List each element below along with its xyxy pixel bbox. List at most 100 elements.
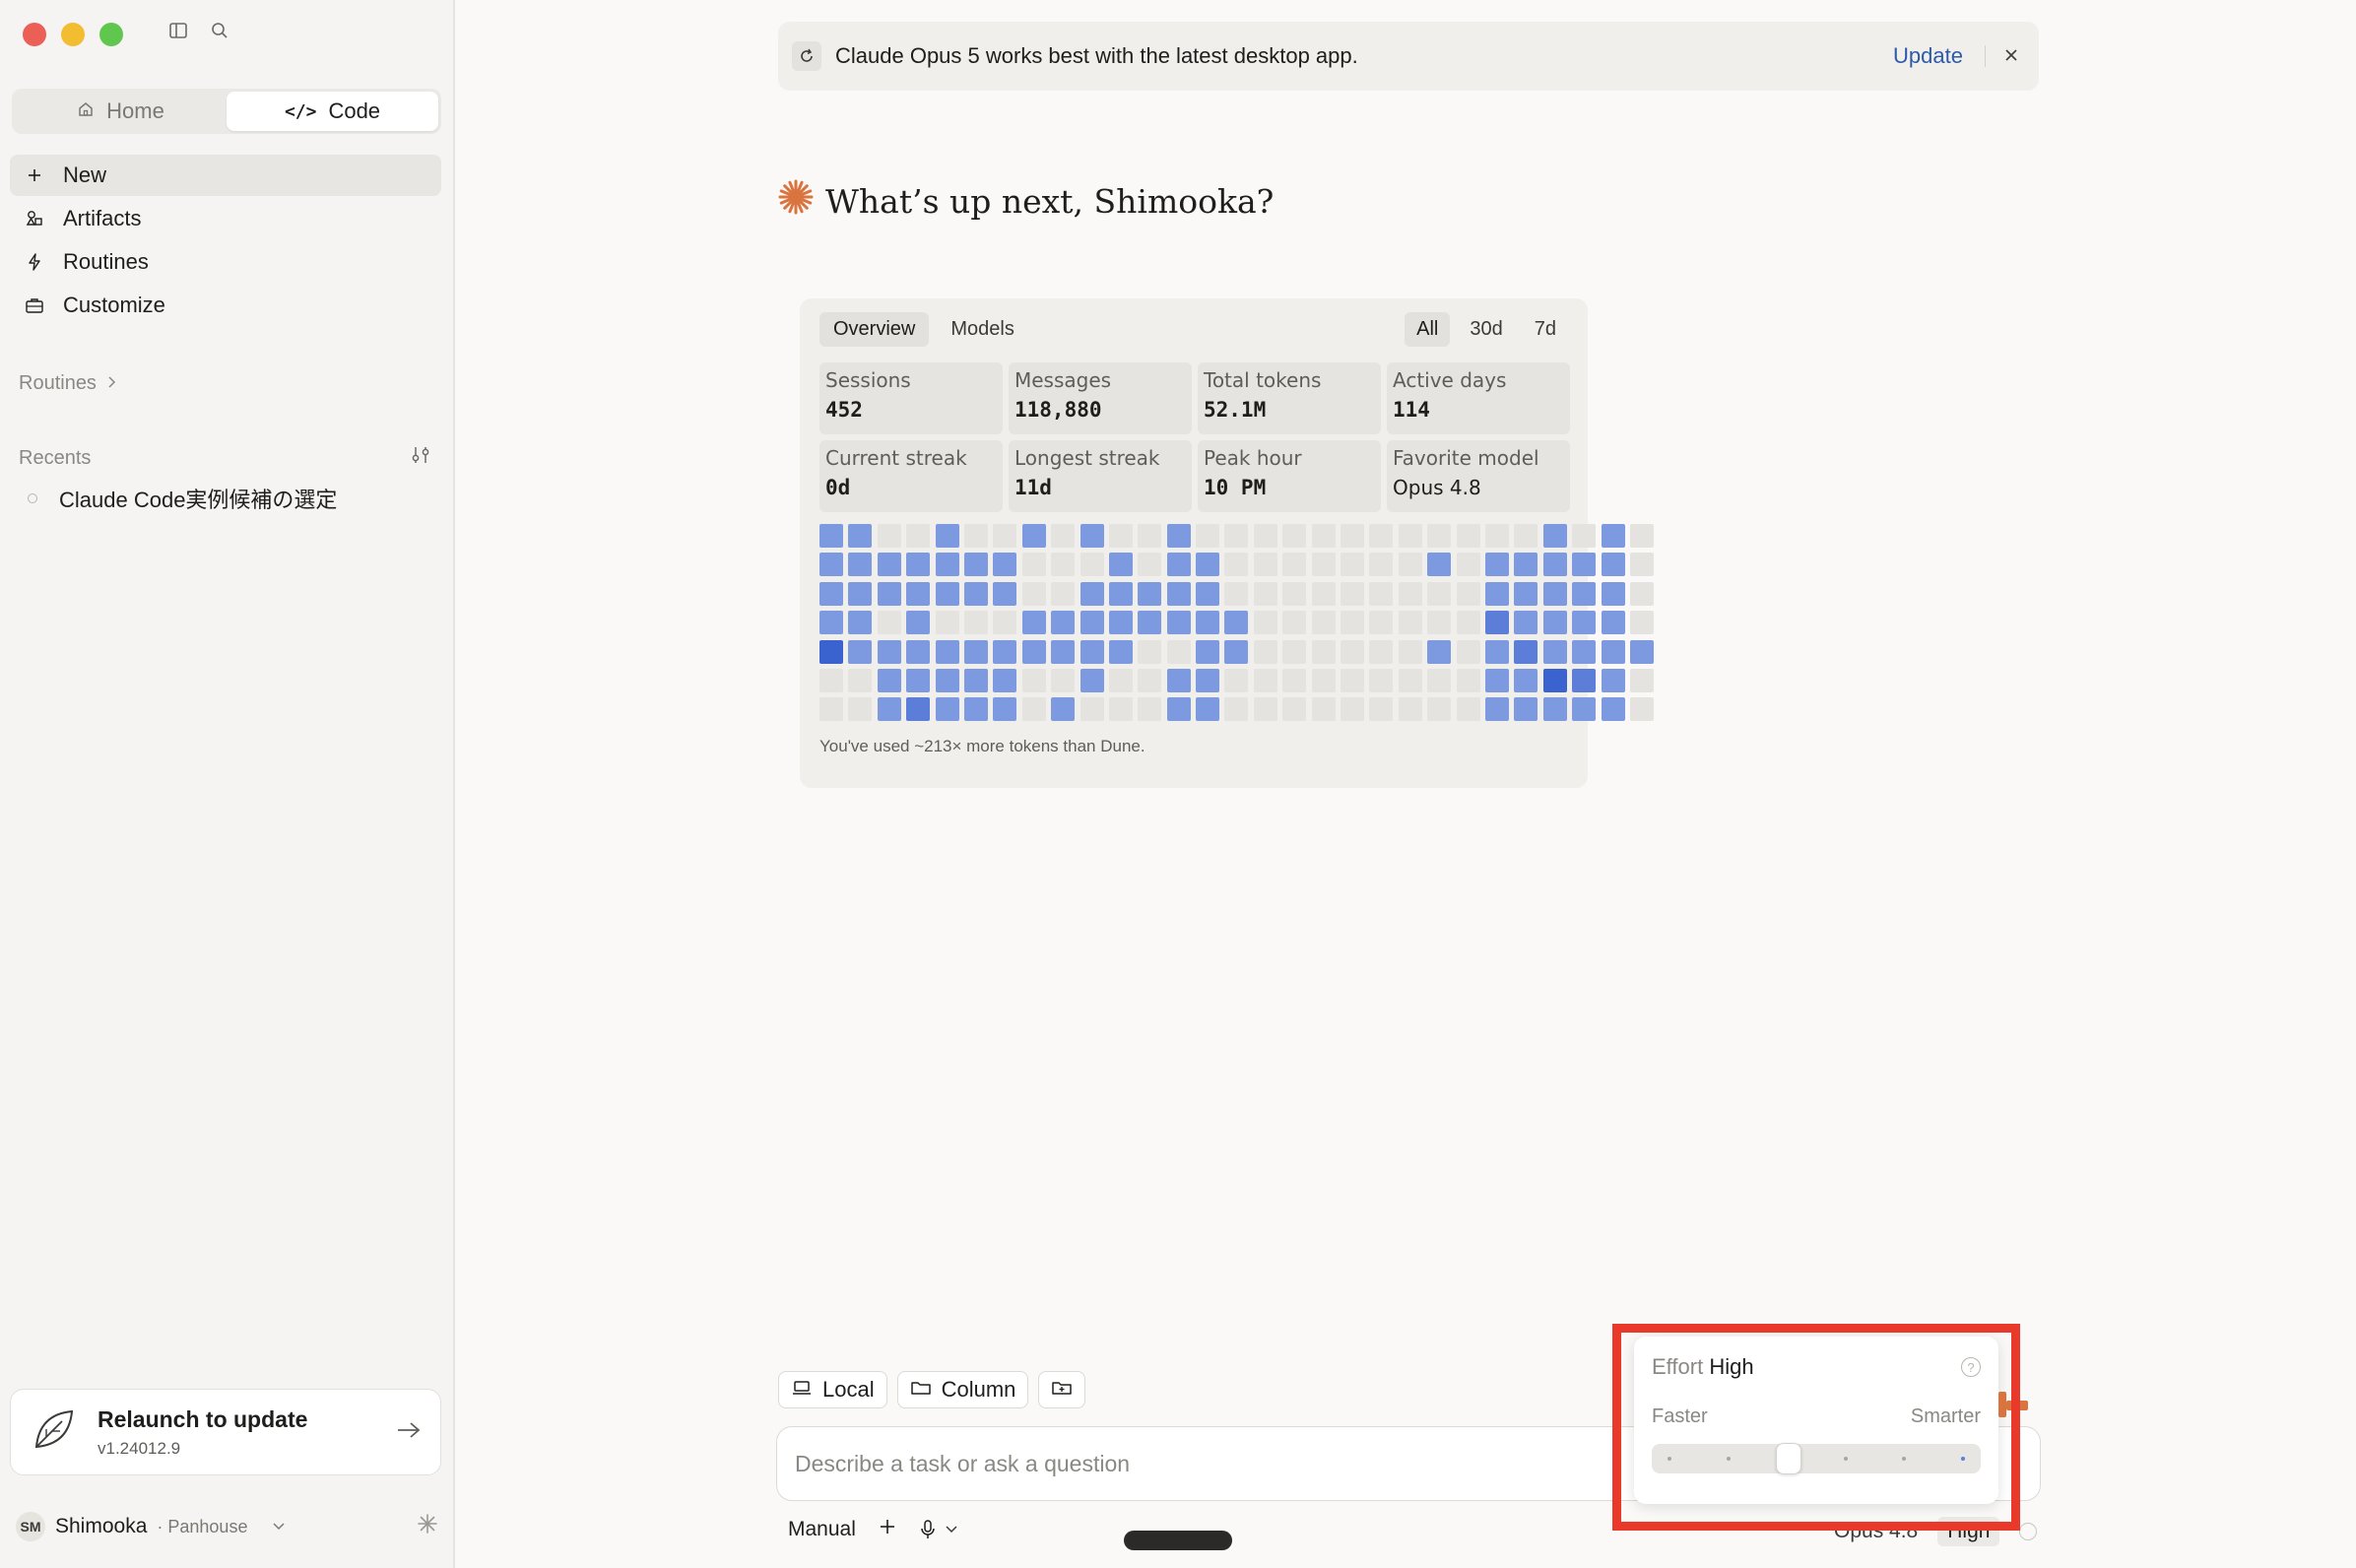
heatmap-cell	[1224, 668, 1249, 692]
heatmap-cell	[877, 611, 901, 635]
laptop-icon	[791, 1377, 813, 1403]
refresh-icon	[792, 41, 821, 71]
heatmap-cell	[1166, 611, 1191, 635]
stat-label: Sessions	[825, 368, 911, 392]
heatmap-cell	[1282, 553, 1307, 577]
heatmap-cell	[1601, 581, 1625, 606]
heatmap-cell	[1311, 668, 1336, 692]
mode-selector[interactable]: Manual	[788, 1518, 856, 1541]
heatmap-cell	[877, 668, 901, 692]
heatmap-cell	[1601, 668, 1625, 692]
model-selector[interactable]: Opus 4.8	[1834, 1520, 1918, 1543]
stats-view-tabs: Overview Models	[819, 311, 1028, 347]
stat-card-peak-hour: Peak hour 10 PM	[1198, 440, 1381, 512]
heatmap-cell	[1196, 581, 1220, 606]
code-tab[interactable]: </> Code	[227, 92, 438, 131]
close-icon[interactable]	[2003, 43, 2019, 69]
search-icon[interactable]	[207, 18, 232, 43]
sidebar-item-routines[interactable]: Routines	[10, 241, 441, 283]
avatar: SM	[16, 1512, 45, 1541]
close-window-button[interactable]	[23, 23, 46, 46]
heatmap-cell	[1080, 581, 1104, 606]
minimize-window-button[interactable]	[61, 23, 85, 46]
arrow-right-icon	[395, 1420, 423, 1445]
heatmap-cell	[993, 668, 1017, 692]
heatmap-cell	[1427, 668, 1452, 692]
heatmap-cell	[1253, 639, 1277, 664]
stat-value: Opus 4.8	[1393, 476, 1481, 499]
sidebar-item-artifacts[interactable]: Artifacts	[10, 198, 441, 239]
microphone-icon[interactable]	[919, 1519, 958, 1540]
scroll-handle[interactable]	[1124, 1531, 1232, 1550]
range-30d[interactable]: 30d	[1458, 312, 1514, 347]
heatmap-cell	[819, 581, 843, 606]
effort-slider[interactable]	[1652, 1443, 1981, 1474]
heatmap-cell	[819, 553, 843, 577]
sidebar-toggle-icon[interactable]	[165, 18, 191, 43]
sidebar-item-label: Customize	[63, 293, 165, 317]
heatmap-cell	[1051, 581, 1076, 606]
tab-overview[interactable]: Overview	[819, 311, 930, 347]
filter-icon[interactable]	[409, 444, 432, 472]
artifacts-icon	[24, 208, 45, 229]
heatmap-cell	[1542, 697, 1567, 722]
local-chip[interactable]: Local	[778, 1371, 887, 1408]
range-all[interactable]: All	[1405, 311, 1451, 347]
house-icon	[77, 98, 95, 124]
heatmap-cell	[1341, 581, 1365, 606]
heatmap-cell	[1572, 611, 1597, 635]
heatmap-cell	[993, 581, 1017, 606]
heatmap-cell	[1138, 668, 1162, 692]
maximize-window-button[interactable]	[99, 23, 123, 46]
heatmap-cell	[935, 553, 959, 577]
heatmap-cell	[877, 581, 901, 606]
chevron-down-icon	[271, 1515, 287, 1538]
composer-chips: Local Column	[778, 1371, 1086, 1408]
heatmap-cell	[1051, 668, 1076, 692]
routines-section-header[interactable]: Routines	[19, 372, 116, 395]
heatmap-cell	[1108, 611, 1133, 635]
tab-models[interactable]: Models	[937, 312, 1027, 347]
sidebar-item-customize[interactable]: Customize	[10, 285, 441, 326]
heatmap-cell	[1514, 553, 1538, 577]
heatmap-cell	[1369, 668, 1394, 692]
column-chip[interactable]: Column	[896, 1371, 1029, 1408]
heatmap-cell	[1080, 697, 1104, 722]
recent-item[interactable]: Claude Code実例候補の選定	[10, 483, 441, 514]
home-tab[interactable]: Home	[15, 92, 227, 131]
heatmap-cell	[1629, 668, 1654, 692]
heatmap-cell	[819, 524, 843, 548]
heatmap-cell	[1080, 553, 1104, 577]
effort-step-dot	[1960, 1457, 1965, 1461]
stat-value: 52.1M	[1204, 398, 1267, 422]
activity-heatmap	[819, 524, 1654, 722]
heatmap-cell	[819, 697, 843, 722]
heatmap-cell	[1542, 639, 1567, 664]
heatmap-cell	[1456, 611, 1480, 635]
update-version: v1.24012.9	[98, 1438, 181, 1458]
relaunch-update-card[interactable]: Relaunch to update v1.24012.9	[10, 1389, 441, 1475]
help-icon[interactable]: ?	[1961, 1357, 1981, 1377]
heatmap-cell	[1542, 524, 1567, 548]
banner-update-link[interactable]: Update	[1893, 43, 1963, 69]
effort-slider-thumb[interactable]	[1775, 1443, 1801, 1474]
task-input[interactable]	[795, 1450, 1583, 1477]
effort-selector[interactable]: High	[1937, 1517, 2000, 1546]
range-7d[interactable]: 7d	[1523, 312, 1568, 347]
heatmap-cell	[1398, 611, 1422, 635]
heatmap-cell	[1166, 639, 1191, 664]
user-menu[interactable]: SM Shimooka · Panhouse	[16, 1509, 439, 1544]
sidebar-item-new[interactable]: New	[10, 155, 441, 196]
stat-label: Total tokens	[1204, 368, 1322, 392]
heatmap-cell	[1514, 668, 1538, 692]
heatmap-cell	[1138, 524, 1162, 548]
heatmap-cell	[993, 639, 1017, 664]
plus-icon	[24, 164, 45, 186]
add-icon[interactable]	[878, 1517, 897, 1542]
add-folder-chip[interactable]	[1038, 1371, 1086, 1408]
heatmap-cell	[1572, 639, 1597, 664]
heatmap-cell	[877, 524, 901, 548]
heatmap-cell	[1484, 611, 1509, 635]
stat-card-total-tokens: Total tokens 52.1M	[1198, 362, 1381, 434]
sparkle-icon[interactable]	[416, 1512, 439, 1541]
